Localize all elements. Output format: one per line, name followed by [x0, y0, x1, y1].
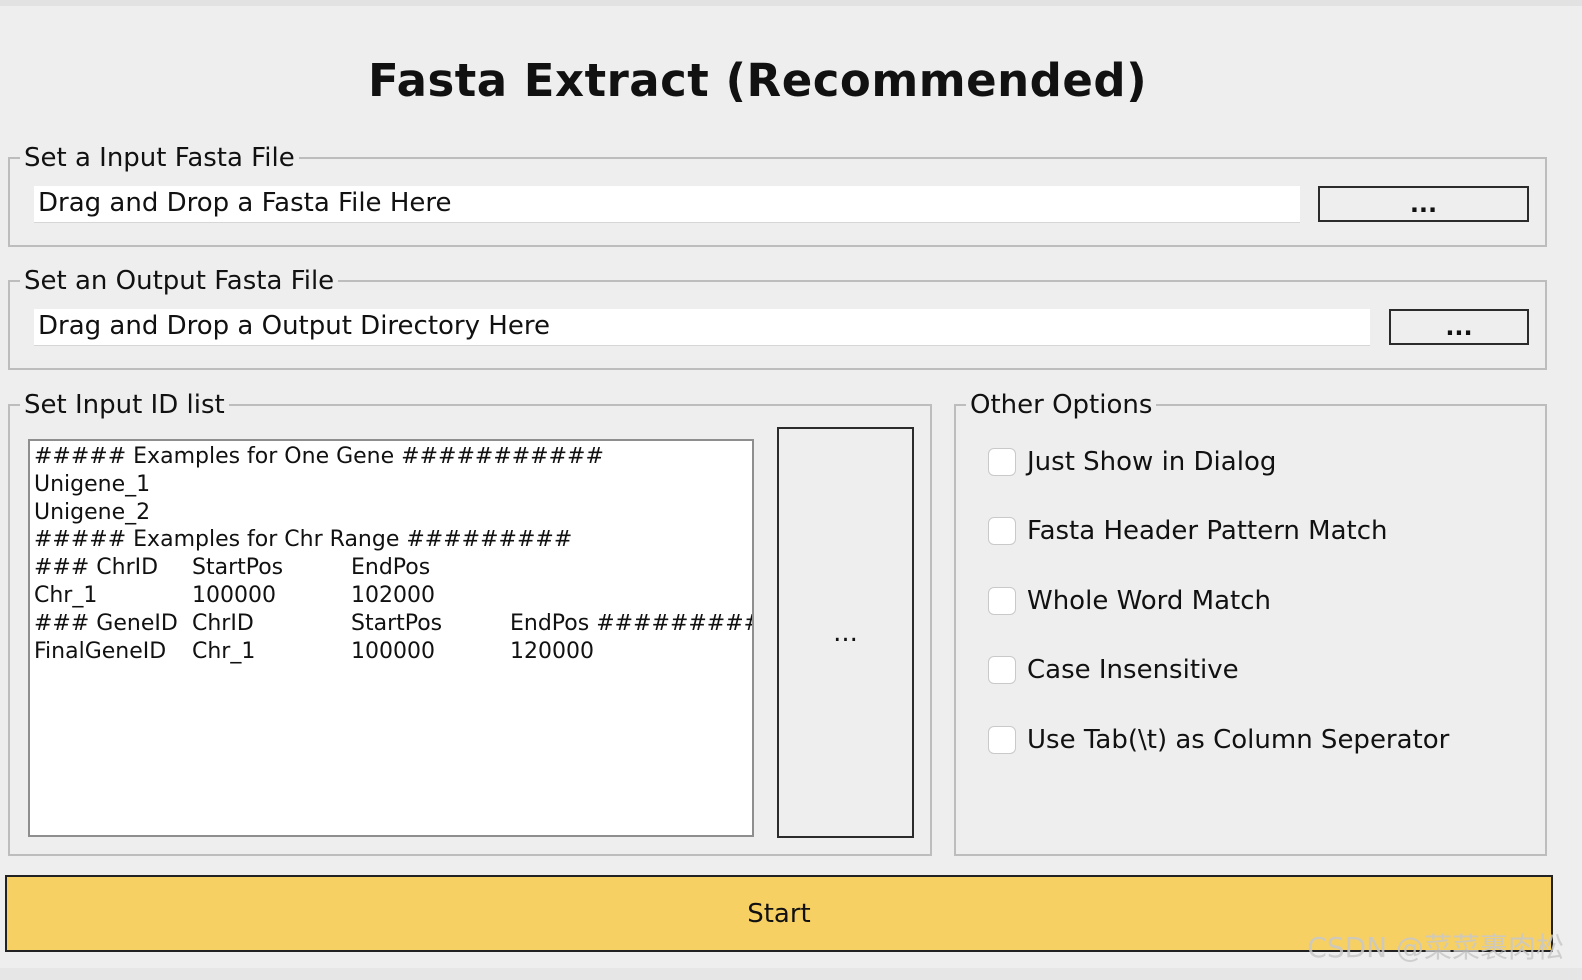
option-row[interactable]: Case Insensitive [988, 653, 1239, 687]
textarea-cell: 100000 [351, 638, 435, 664]
option-checkbox[interactable] [988, 448, 1016, 476]
textarea-line: ##### Examples for Chr Range ######### [34, 526, 748, 554]
textarea-cell: EndPos ######### [510, 610, 754, 636]
option-row[interactable]: Just Show in Dialog [988, 445, 1276, 479]
option-label: Case Insensitive [1027, 655, 1239, 685]
id-list-textarea[interactable]: ##### Examples for One Gene ########### U… [28, 439, 754, 837]
textarea-cell: Chr_1 [192, 638, 256, 664]
textarea-cell: Chr_1 [34, 582, 98, 608]
option-checkbox[interactable] [988, 587, 1016, 615]
textarea-cell: StartPos [351, 610, 443, 636]
textarea-cell: 100000 [192, 582, 276, 608]
output-browse-button[interactable]: ... [1389, 309, 1529, 345]
option-row[interactable]: Whole Word Match [988, 584, 1271, 618]
option-label: Fasta Header Pattern Match [1027, 516, 1388, 546]
option-row[interactable]: Fasta Header Pattern Match [988, 514, 1388, 548]
input-browse-button[interactable]: ... [1318, 186, 1529, 222]
textarea-cell: ##### Examples for Chr Range ######### [34, 527, 573, 553]
option-row[interactable]: Use Tab(\t) as Column Seperator [988, 723, 1449, 757]
textarea-line: Unigene_2 [34, 499, 748, 527]
textarea-cell: FinalGeneID [34, 638, 167, 664]
watermark: CSDN @菜菜裹肉松 [1307, 931, 1564, 964]
option-label: Whole Word Match [1027, 586, 1272, 616]
textarea-line: FinalGeneID Chr_1 100000 120000 [34, 638, 748, 666]
option-checkbox[interactable] [988, 517, 1016, 545]
textarea-cell: EndPos [351, 555, 431, 581]
textarea-line: Chr_1 100000 102000 [34, 582, 748, 610]
textarea-line: Unigene_1 [34, 471, 748, 499]
option-checkbox[interactable] [988, 656, 1016, 684]
textarea-line: ### GeneID ChrID StartPos EndPos ######### [34, 610, 752, 638]
input-file-legend: Set a Input Fasta File [24, 143, 295, 173]
option-checkbox[interactable] [988, 726, 1016, 754]
textarea-cell: 120000 [510, 638, 594, 664]
textarea-cell: StartPos [192, 555, 284, 581]
id-list-browse-button[interactable]: ... [777, 427, 914, 838]
option-label: Just Show in Dialog [1027, 447, 1277, 477]
id-list-legend: Set Input ID list [24, 390, 225, 420]
textarea-cell: 102000 [351, 582, 435, 608]
textarea-cell: ### ChrID [34, 555, 159, 581]
textarea-cell: ChrID [192, 610, 254, 636]
textarea-cell: Unigene_1 [34, 471, 151, 497]
app-window: Fasta Extract (Recommended) Set a Input … [0, 0, 1582, 980]
input-file-field[interactable]: Drag and Drop a Fasta File Here [34, 186, 1300, 223]
textarea-cell: ### GeneID [34, 610, 178, 636]
other-options-legend: Other Options [970, 390, 1153, 420]
textarea-line: ##### Examples for One Gene ########### [34, 443, 748, 471]
textarea-line: ### ChrID StartPos EndPos [34, 554, 748, 582]
output-file-legend: Set an Output Fasta File [24, 266, 335, 296]
textarea-cell: Unigene_2 [34, 499, 151, 525]
output-dir-field[interactable]: Drag and Drop a Output Directory Here [34, 309, 1370, 346]
textarea-cell: ##### Examples for One Gene ########### [34, 444, 604, 469]
option-label: Use Tab(\t) as Column Seperator [1027, 725, 1450, 755]
bottom-strip [0, 968, 1582, 980]
page-title: Fasta Extract (Recommended) [368, 54, 1148, 107]
